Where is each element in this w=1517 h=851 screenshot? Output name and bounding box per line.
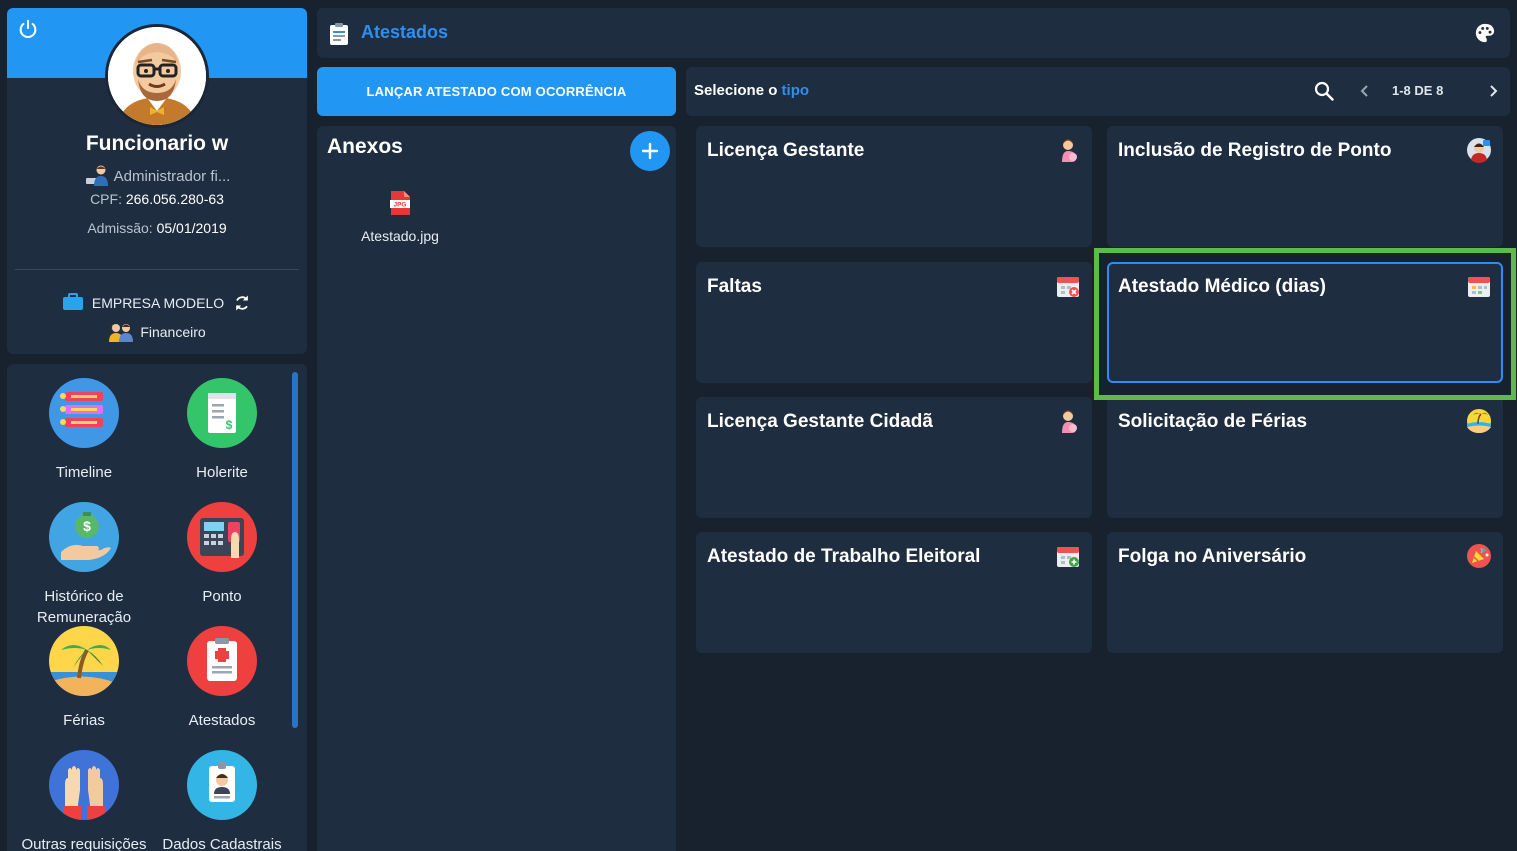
worker-avatar-icon [1467,138,1491,163]
chevron-left-icon[interactable] [1357,83,1373,99]
chevron-right-icon[interactable] [1485,83,1501,99]
menu-item-label: Atestados [188,712,256,729]
type-card-title: Licença Gestante Cidadã [707,411,933,432]
menu-item-holerite[interactable]: $ Holerite [147,378,297,483]
beach-icon [49,626,119,696]
calendar-plus-icon [1057,547,1079,567]
profile-card: Funcionario w Administrador fi... CPF: 2… [7,8,307,354]
type-card-title: Atestado de Trabalho Eleitoral [707,546,981,567]
page-header: Atestados [317,8,1510,58]
team-icon [109,324,134,342]
menu-item-historico-remuneracao[interactable]: $ Histórico de Remuneração [9,502,159,628]
cpf-label: CPF: [90,191,122,207]
briefcase-icon [62,293,83,310]
pagination-count: 1-8 DE 8 [1392,83,1444,98]
raised-hands-icon [49,750,119,820]
pregnant-woman-icon [1062,410,1077,433]
svg-text:$: $ [226,418,233,432]
attachment-file-name: Atestado.jpg [361,228,439,244]
payslip-icon: $ [187,378,257,448]
admin-user-icon [85,165,108,186]
employee-admission: Admissão: 05/01/2019 [7,220,307,236]
svg-text:$: $ [83,518,91,534]
menu-item-label: Ponto [202,588,242,605]
department-row: Financeiro [7,322,307,342]
menu-scrollbar[interactable] [292,372,298,728]
type-card-title: Folga no Aniversário [1118,546,1307,567]
employee-role: Administrador fi... [7,164,307,186]
type-card-licenca-gestante-cidada[interactable]: Licença Gestante Cidadã [696,397,1092,518]
power-icon[interactable] [17,18,39,40]
menu-item-ferias[interactable]: Férias [9,626,159,731]
menu-item-label: Dados Cadastrais [162,836,282,851]
avatar [105,24,209,128]
admission-value: 05/01/2019 [156,220,227,236]
menu-item-timeline[interactable]: Timeline [9,378,159,483]
time-clock-icon [187,502,257,572]
type-card-title: Solicitação de Férias [1118,411,1308,432]
type-card-title: Licença Gestante [707,140,865,161]
id-badge-icon [187,750,257,820]
type-card-solicitacao-ferias[interactable]: Solicitação de Férias [1107,397,1503,518]
menu-item-outras-requisicoes[interactable]: Outras requisições [9,750,159,851]
medical-clipboard-icon [187,626,257,696]
employee-cpf: CPF: 266.056.280-63 [7,191,307,207]
money-hand-icon: $ [49,502,119,572]
type-card-licenca-gestante[interactable]: Licença Gestante [696,126,1092,247]
menu-item-label: Holerite [196,464,248,481]
type-card-atestado-trabalho-eleitoral[interactable]: Atestado de Trabalho Eleitoral [696,532,1092,653]
type-card-inclusao-registro-ponto[interactable]: Inclusão de Registro de Ponto [1107,126,1503,247]
type-card-title: Atestado Médico (dias) [1118,276,1326,297]
menu-item-atestados[interactable]: Atestados [147,626,297,731]
type-card-folga-aniversario[interactable]: Folga no Aniversário [1107,532,1503,653]
profile-divider [15,269,299,270]
type-label-prefix: Selecione o [694,82,778,99]
employee-role-text: Administrador fi... [113,168,231,185]
type-selector-bar: Selecione o tipo 1-8 DE 8 [686,67,1510,116]
menu-item-label: Férias [63,712,105,729]
add-attachment-button[interactable] [630,131,670,171]
attachment-file[interactable]: JPG Atestado.jpg [350,190,450,244]
department-name: Financeiro [140,324,206,340]
jpg-file-icon: JPG [390,191,410,215]
employee-name: Funcionario w [85,132,229,155]
type-card-faltas[interactable]: Faltas [696,262,1092,383]
palette-icon[interactable] [1474,22,1496,44]
calendar-icon [1468,277,1490,297]
refresh-icon[interactable] [232,293,252,313]
type-card-atestado-medico-dias[interactable]: Atestado Médico (dias) [1107,262,1503,383]
clipboard-icon [330,23,348,45]
menu-item-label: Histórico de Remuneração [36,588,132,626]
beach-ball-icon [1467,409,1491,433]
menu-item-label: Outras requisições [21,836,147,851]
pregnant-woman-icon [1062,139,1077,162]
admission-label: Admissão: [87,220,153,236]
attachments-panel: Anexos JPG Atestado.jpg [317,126,676,851]
search-icon[interactable] [1314,81,1334,101]
launch-certificate-button[interactable]: LANÇAR ATESTADO COM OCORRÊNCIA [317,67,676,116]
type-card-title: Inclusão de Registro de Ponto [1118,140,1392,161]
module-menu: Timeline $ Holerite $ Histórico de Remun… [7,364,307,851]
page-title: Atestados [361,22,449,42]
company-row: EMPRESA MODELO [7,293,307,313]
calendar-x-icon [1057,277,1079,297]
plus-icon [641,142,659,160]
party-icon [1467,544,1491,568]
timeline-icon [49,378,119,448]
type-label-accent: tipo [781,82,810,99]
menu-item-ponto[interactable]: Ponto [147,502,297,607]
cpf-value: 266.056.280-63 [125,191,224,207]
menu-item-label: Timeline [55,464,113,481]
type-selector-label: Selecione o tipo [694,82,809,99]
type-card-title: Faltas [707,276,762,297]
attachments-title: Anexos [327,135,403,158]
menu-item-dados-cadastrais[interactable]: Dados Cadastrais [147,750,297,851]
svg-text:JPG: JPG [393,202,406,209]
company-name: EMPRESA MODELO [91,295,225,311]
